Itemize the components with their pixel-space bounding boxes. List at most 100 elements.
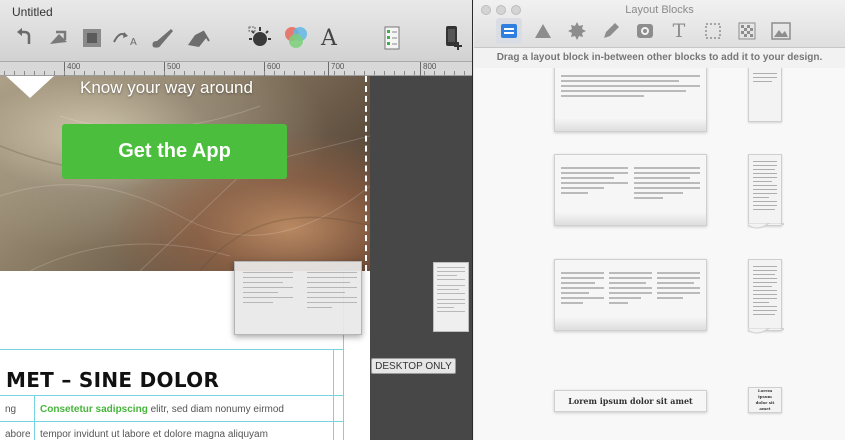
ruler-minor-tick bbox=[434, 71, 435, 75]
color-mixer-icon[interactable] bbox=[280, 24, 312, 52]
mobile-block-three-column[interactable] bbox=[748, 259, 784, 334]
effects-icon[interactable] bbox=[246, 24, 274, 52]
layout-block-three-column[interactable] bbox=[554, 259, 707, 331]
ruler-minor-tick bbox=[164, 71, 165, 75]
ruler-minor-tick bbox=[154, 71, 155, 75]
undo-icon[interactable] bbox=[12, 24, 38, 52]
text-icon[interactable]: T bbox=[666, 18, 692, 44]
hero-section[interactable]: Know your way around Get the App bbox=[0, 76, 370, 271]
layout-block-icon[interactable] bbox=[496, 18, 522, 44]
ruler-label: 700 bbox=[328, 62, 344, 76]
section-heading: MET – SINE DOLOR bbox=[6, 368, 220, 392]
block-torn-edge bbox=[748, 328, 784, 334]
app-screen: Untitled A A 400 500 600 700 800 Know yo… bbox=[0, 0, 845, 440]
ruler-minor-tick bbox=[114, 71, 115, 75]
layout-block-title[interactable]: Lorem ipsum dolor sit amet bbox=[554, 390, 707, 412]
eraser-icon[interactable] bbox=[182, 24, 214, 52]
body-text-fragment: ng bbox=[5, 404, 17, 415]
ruler-minor-tick bbox=[64, 71, 65, 75]
mobile-block-title[interactable]: Lorem ipsum dolor sit amet bbox=[748, 387, 782, 413]
editor-toolbar: Untitled A A bbox=[0, 0, 472, 62]
ruler-minor-tick bbox=[134, 71, 135, 75]
ruler-minor-tick bbox=[224, 71, 225, 75]
mobile-preview-block[interactable] bbox=[433, 262, 469, 332]
layout-block-two-column[interactable] bbox=[554, 154, 707, 226]
ruler-minor-tick bbox=[244, 71, 245, 75]
ruler-minor-tick bbox=[14, 71, 15, 75]
ruler-minor-tick bbox=[254, 71, 255, 75]
media-icon[interactable] bbox=[632, 18, 658, 44]
ruler-minor-tick bbox=[204, 71, 205, 75]
text-path-icon[interactable]: A bbox=[110, 24, 142, 52]
ruler-label: 600 bbox=[264, 62, 280, 76]
badge-icon[interactable] bbox=[564, 18, 590, 44]
canvas-background bbox=[370, 76, 472, 440]
ruler-minor-tick bbox=[124, 71, 125, 75]
ruler-minor-tick bbox=[194, 71, 195, 75]
panel-hint-text: Drag a layout block in-between other blo… bbox=[474, 48, 845, 68]
block-shadow bbox=[555, 213, 706, 225]
ruler-minor-tick bbox=[174, 71, 175, 75]
row-guide bbox=[0, 421, 343, 422]
mobile-block-one-column[interactable] bbox=[748, 68, 782, 122]
ruler-minor-tick bbox=[454, 71, 455, 75]
ruler-minor-tick bbox=[184, 71, 185, 75]
ruler-minor-tick bbox=[54, 71, 55, 75]
crop-icon[interactable] bbox=[78, 24, 106, 52]
ruler-minor-tick bbox=[374, 71, 375, 75]
panel-titlebar: Layout Blocks T bbox=[474, 0, 845, 48]
redo-icon[interactable] bbox=[44, 24, 72, 52]
editor-window: Untitled A A 400 500 600 700 800 Know yo… bbox=[0, 0, 473, 440]
ruler-minor-tick bbox=[344, 71, 345, 75]
ruler-minor-tick bbox=[74, 71, 75, 75]
shape-icon[interactable] bbox=[530, 18, 556, 44]
device-add-icon[interactable] bbox=[440, 24, 466, 52]
ruler-minor-tick bbox=[94, 71, 95, 75]
ruler-minor-tick bbox=[214, 71, 215, 75]
get-app-button[interactable]: Get the App bbox=[62, 124, 287, 179]
hero-headline: Know your way around bbox=[80, 78, 253, 97]
ruler-minor-tick bbox=[294, 71, 295, 75]
ruler-minor-tick bbox=[364, 71, 365, 75]
paint-brush-icon[interactable] bbox=[146, 24, 178, 52]
checklist-icon[interactable] bbox=[381, 24, 403, 52]
ruler-minor-tick bbox=[324, 71, 325, 75]
pen-icon[interactable] bbox=[598, 18, 624, 44]
font-icon[interactable]: A bbox=[318, 24, 340, 52]
body-text-line: tempor invidunt ut labore et dolore magn… bbox=[40, 429, 268, 440]
ruler-minor-tick bbox=[464, 71, 465, 75]
ruler-minor-tick bbox=[414, 71, 415, 75]
ruler-minor-tick bbox=[84, 71, 85, 75]
dragged-layout-block[interactable] bbox=[234, 261, 362, 335]
layout-block-one-column[interactable] bbox=[554, 68, 707, 132]
ruler-minor-tick bbox=[354, 71, 355, 75]
ruler-minor-tick bbox=[404, 71, 405, 75]
block-title-text: Lorem ipsum dolor sit amet bbox=[568, 396, 693, 406]
ruler-minor-tick bbox=[334, 71, 335, 75]
ruler-minor-tick bbox=[44, 71, 45, 75]
ruler-minor-tick bbox=[394, 71, 395, 75]
ruler-minor-tick bbox=[34, 71, 35, 75]
block-torn-edge bbox=[748, 223, 784, 229]
block-text-column bbox=[243, 272, 293, 306]
ruler-minor-tick bbox=[264, 71, 265, 75]
desktop-only-badge: DESKTOP ONLY bbox=[371, 358, 456, 374]
mobile-block-two-column[interactable] bbox=[748, 154, 784, 229]
layout-blocks-panel: Layout Blocks T Drag a layout block in-b… bbox=[474, 0, 845, 440]
body-text-fragment: abore bbox=[5, 429, 31, 440]
ruler-minor-tick bbox=[104, 71, 105, 75]
block-text-column bbox=[437, 267, 465, 315]
block-text-column bbox=[307, 272, 357, 311]
pattern-icon[interactable] bbox=[734, 18, 760, 44]
ruler-minor-tick bbox=[384, 71, 385, 75]
ruler-minor-tick bbox=[24, 71, 25, 75]
selection-icon[interactable] bbox=[700, 18, 726, 44]
ruler-minor-tick bbox=[304, 71, 305, 75]
image-icon[interactable] bbox=[768, 18, 794, 44]
block-shadow bbox=[555, 119, 706, 131]
horizontal-ruler: 400 500 600 700 800 bbox=[0, 62, 472, 76]
body-text-highlight: Consetetur sadipscing bbox=[40, 404, 148, 415]
page-edge-guide bbox=[365, 76, 369, 271]
ruler-minor-tick bbox=[444, 71, 445, 75]
panel-title: Layout Blocks bbox=[625, 4, 694, 16]
